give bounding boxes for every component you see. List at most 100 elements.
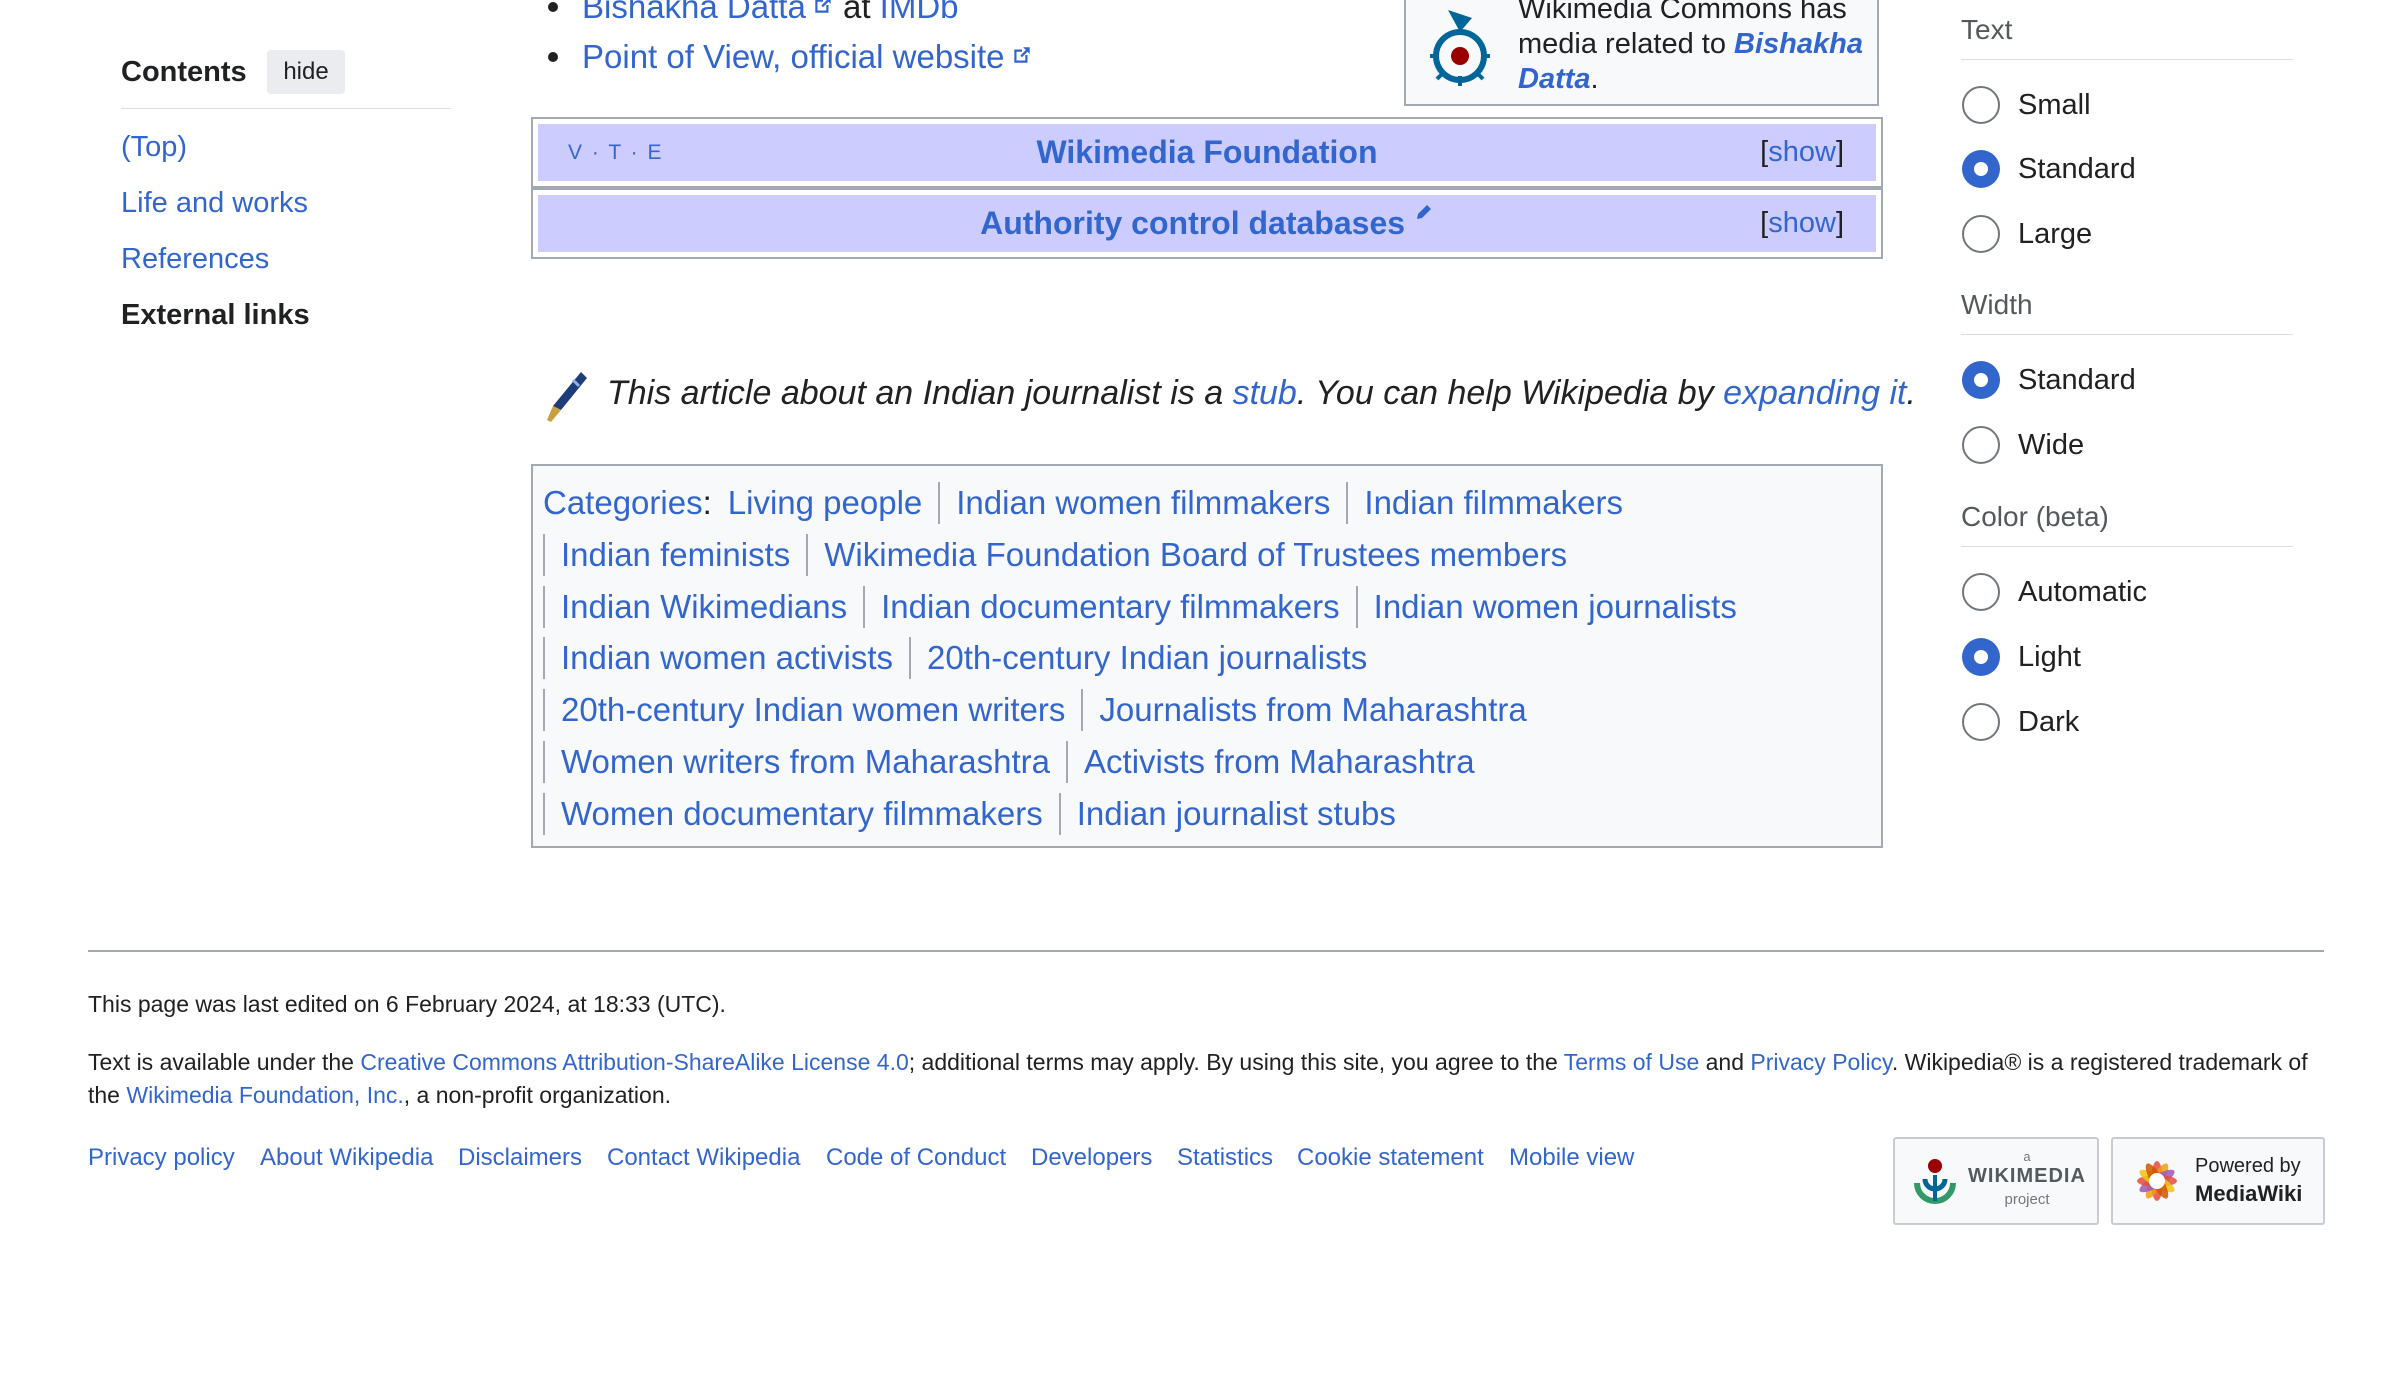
license-text-part: ; additional terms may apply. By using t…	[908, 1049, 1564, 1075]
bullet	[548, 2, 558, 12]
width-heading: Width	[1961, 289, 2033, 320]
category-link[interactable]: Indian documentary filmmakers	[863, 586, 1356, 628]
license-text-part: , a non-profit organization.	[403, 1082, 671, 1108]
radio-color-light[interactable]	[1962, 638, 2000, 676]
badge-sub-text: project	[2004, 1191, 2050, 1208]
badge-small-text: a	[2023, 1149, 2031, 1164]
radio-text-large[interactable]	[1962, 215, 2000, 253]
imdb-link[interactable]: IMDb	[880, 0, 959, 25]
category-link[interactable]: Women writers from Maharashtra	[543, 741, 1066, 783]
bullet	[548, 52, 558, 62]
stub-link[interactable]: stub	[1233, 374, 1297, 412]
category-link[interactable]: Indian Wikimedians	[543, 586, 863, 628]
category-link[interactable]: Indian filmmakers	[1346, 482, 1639, 524]
category-link[interactable]: Indian feminists	[543, 534, 806, 576]
badge-big-text: WIKIMEDIA	[1968, 1165, 2086, 1187]
toc-hide-button[interactable]: hide	[267, 50, 345, 94]
text-size-heading: Text	[1961, 14, 2013, 45]
divider	[1961, 59, 2293, 60]
mediawiki-logo-icon	[2137, 1161, 2177, 1201]
color-heading: Color (beta)	[1961, 501, 2109, 532]
cc-license-link[interactable]: Creative Commons Attribution-ShareAlike …	[360, 1049, 908, 1075]
category-link[interactable]: Indian women activists	[543, 637, 909, 679]
footer-link-about[interactable]: About Wikipedia	[260, 1144, 433, 1172]
toc-item-references[interactable]: References	[121, 243, 269, 276]
category-link[interactable]: Journalists from Maharashtra	[1081, 689, 1542, 731]
radio-label-width-standard[interactable]: Standard	[2018, 364, 2136, 397]
category-link[interactable]: Activists from Maharashtra	[1066, 741, 1491, 783]
category-link[interactable]: 20th-century Indian women writers	[543, 689, 1081, 731]
license-text-part: Text is available under the	[88, 1049, 361, 1075]
external-link-icon	[815, 0, 831, 13]
category-row: Indian feminists Wikimedia Foundation Boa…	[543, 534, 1583, 576]
footer-link-mobile-view[interactable]: Mobile view	[1509, 1144, 1634, 1172]
radio-width-standard[interactable]	[1962, 361, 2000, 399]
toc-title: Contents	[121, 56, 247, 88]
show-link[interactable]: show	[1768, 207, 1836, 239]
radio-color-dark[interactable]	[1962, 703, 2000, 741]
radio-label-wide[interactable]: Wide	[2018, 429, 2084, 462]
stub-text: . You can help Wikipedia by	[1296, 374, 1724, 412]
navbox-show-toggle[interactable]: [show]	[1760, 195, 1844, 252]
navbox-authority-control: Authority control databases [show]	[531, 188, 1883, 259]
toc-divider	[121, 108, 451, 109]
license-text-part: and	[1699, 1049, 1751, 1075]
footer-link-cookie-statement[interactable]: Cookie statement	[1297, 1144, 1484, 1172]
category-link[interactable]: Indian journalist stubs	[1058, 793, 1412, 835]
divider	[1961, 334, 2293, 335]
category-link[interactable]: Living people	[728, 482, 939, 524]
powered-by-mediawiki-badge[interactable]: Powered by MediaWiki	[2111, 1137, 2325, 1225]
radio-label-automatic[interactable]: Automatic	[2018, 576, 2147, 609]
footer-link-developers[interactable]: Developers	[1031, 1144, 1152, 1172]
footer-link-contact[interactable]: Contact Wikipedia	[607, 1144, 800, 1172]
expand-link[interactable]: expanding it	[1723, 374, 1906, 412]
wikimedia-project-badge[interactable]: a WIKIMEDIA project	[1893, 1137, 2099, 1225]
category-link[interactable]: Indian women journalists	[1355, 586, 1753, 628]
footer-divider	[88, 950, 2324, 952]
navbox-wikimedia-foundation: V · T · E Wikimedia Foundation [show]	[531, 117, 1883, 188]
category-links: Categories: Living people Indian women fil…	[531, 464, 1883, 848]
radio-label-small[interactable]: Small	[2018, 89, 2091, 122]
last-edited: This page was last edited on 6 February …	[88, 991, 726, 1017]
categories-colon: :	[702, 484, 712, 521]
radio-label-large[interactable]: Large	[2018, 218, 2092, 251]
stub-text: This article about an Indian journalist …	[607, 374, 1233, 412]
category-link[interactable]: Wikimedia Foundation Board of Trustees m…	[806, 534, 1583, 576]
toc-item-external-links[interactable]: External links	[121, 299, 310, 332]
license-text: Text is available under the Creative Com…	[88, 1046, 2318, 1112]
imdb-person-link[interactable]: Bishakha Datta	[582, 0, 806, 25]
radio-color-automatic[interactable]	[1962, 573, 2000, 611]
category-link[interactable]: Women documentary filmmakers	[543, 793, 1059, 835]
category-link[interactable]: 20th-century Indian journalists	[908, 637, 1383, 679]
radio-label-standard[interactable]: Standard	[2018, 153, 2136, 186]
radio-width-wide[interactable]	[1962, 426, 2000, 464]
radio-text-small[interactable]	[1962, 86, 2000, 124]
radio-label-light[interactable]: Light	[2018, 641, 2081, 674]
pov-website-link[interactable]: Point of View, official website	[582, 38, 1005, 75]
commons-period: .	[1590, 63, 1599, 95]
authority-control-link[interactable]: Authority control databases	[980, 205, 1405, 241]
fountain-pen-icon	[547, 372, 587, 422]
radio-label-dark[interactable]: Dark	[2018, 706, 2079, 739]
radio-text-standard[interactable]	[1962, 150, 2000, 188]
show-link[interactable]: show	[1768, 136, 1836, 168]
category-row: Indian Wikimedians Indian documentary fil…	[543, 586, 1753, 628]
footer-link-disclaimers[interactable]: Disclaimers	[458, 1144, 582, 1172]
privacy-policy-link[interactable]: Privacy Policy	[1750, 1049, 1891, 1075]
footer-link-statistics[interactable]: Statistics	[1177, 1144, 1273, 1172]
terms-of-use-link[interactable]: Terms of Use	[1564, 1049, 1699, 1075]
navbox-title: Authority control databases	[538, 195, 1876, 252]
navbox-title-link[interactable]: Wikimedia Foundation	[538, 124, 1876, 181]
category-row: Women writers from Maharashtra Activists …	[543, 741, 1491, 783]
pencil-icon[interactable]	[1414, 202, 1434, 222]
category-link[interactable]: Indian women filmmakers	[938, 482, 1346, 524]
navbox-show-toggle[interactable]: [show]	[1760, 124, 1844, 181]
footer-link-code-of-conduct[interactable]: Code of Conduct	[826, 1144, 1006, 1172]
toc-item-life-and-works[interactable]: Life and works	[121, 187, 308, 220]
toc-item-top[interactable]: (Top)	[121, 131, 187, 164]
navbox-title-bar: Authority control databases [show]	[538, 195, 1876, 252]
categories-label-link[interactable]: Categories	[543, 482, 703, 524]
category-row: Women documentary filmmakers Indian journ…	[543, 793, 1412, 835]
footer-link-privacy-policy[interactable]: Privacy policy	[88, 1144, 235, 1172]
wikimedia-foundation-link[interactable]: Wikimedia Foundation, Inc.	[126, 1082, 403, 1108]
